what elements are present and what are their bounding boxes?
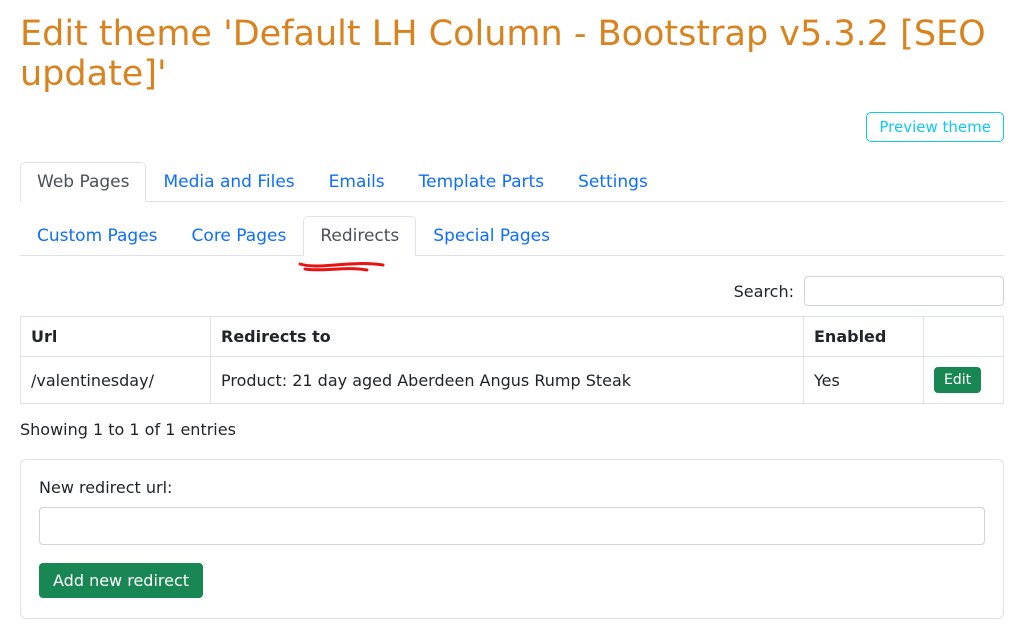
new-redirect-label: New redirect url: xyxy=(39,478,985,497)
subtab-core-pages[interactable]: Core Pages xyxy=(175,216,304,256)
header-enabled[interactable]: Enabled xyxy=(804,317,924,357)
search-label: Search: xyxy=(734,282,794,301)
add-new-redirect-button[interactable]: Add new redirect xyxy=(39,563,203,598)
edit-row-button[interactable]: Edit xyxy=(934,367,981,393)
cell-enabled: Yes xyxy=(804,357,924,404)
header-actions xyxy=(924,317,1004,357)
primary-tabs: Web Pages Media and Files Emails Templat… xyxy=(20,162,1004,202)
table-row: /valentinesday/ Product: 21 day aged Abe… xyxy=(21,357,1004,404)
cell-url: /valentinesday/ xyxy=(21,357,211,404)
subtab-custom-pages[interactable]: Custom Pages xyxy=(20,216,175,256)
header-redirects-to[interactable]: Redirects to xyxy=(211,317,804,357)
page-title: Edit theme 'Default LH Column - Bootstra… xyxy=(20,14,1004,94)
preview-theme-button[interactable]: Preview theme xyxy=(866,112,1004,142)
secondary-tabs: Custom Pages Core Pages Redirects Specia… xyxy=(20,216,1004,256)
tab-media-and-files[interactable]: Media and Files xyxy=(146,162,311,202)
tab-web-pages[interactable]: Web Pages xyxy=(20,162,146,202)
tab-emails[interactable]: Emails xyxy=(312,162,402,202)
new-redirect-input[interactable] xyxy=(39,507,985,545)
subtab-special-pages[interactable]: Special Pages xyxy=(416,216,567,256)
tab-template-parts[interactable]: Template Parts xyxy=(402,162,561,202)
redirects-table: Url Redirects to Enabled /valentinesday/… xyxy=(20,316,1004,404)
search-input[interactable] xyxy=(804,276,1004,306)
new-redirect-panel: New redirect url: Add new redirect xyxy=(20,459,1004,619)
tab-settings[interactable]: Settings xyxy=(561,162,665,202)
cell-redirects-to: Product: 21 day aged Aberdeen Angus Rump… xyxy=(211,357,804,404)
subtab-redirects[interactable]: Redirects xyxy=(303,216,416,256)
table-info: Showing 1 to 1 of 1 entries xyxy=(20,420,1004,439)
header-url[interactable]: Url xyxy=(21,317,211,357)
